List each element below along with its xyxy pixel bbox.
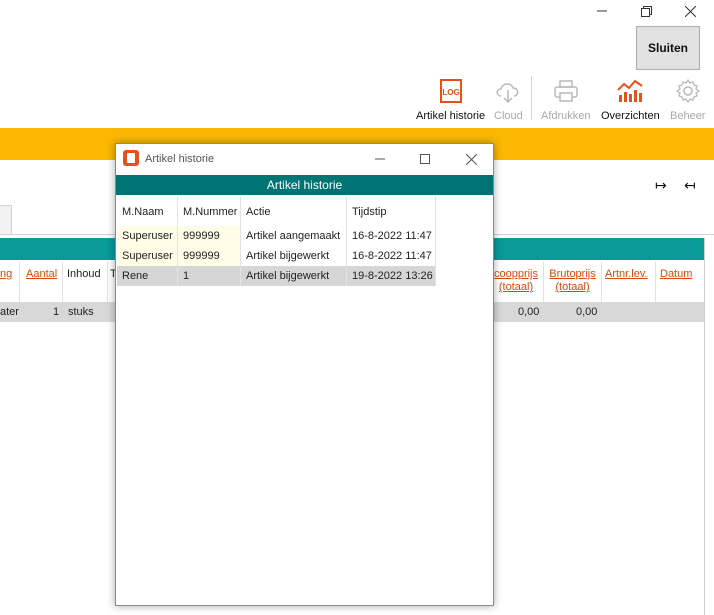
sluiten-button[interactable]: Sluiten xyxy=(636,26,700,70)
dialog-header: Artikel historie xyxy=(116,175,493,195)
restore-button[interactable] xyxy=(626,0,666,22)
toolbar-afdrukken[interactable]: Afdrukken xyxy=(541,76,591,122)
toolbar-label: Artikel historie xyxy=(416,110,486,122)
background-tab[interactable] xyxy=(0,205,12,235)
table-cell: Artikel bijgewerkt xyxy=(241,246,347,266)
table-cell: Superuser xyxy=(117,226,178,246)
toolbar-label: Overzichten xyxy=(601,110,660,122)
minimize-button[interactable] xyxy=(582,0,622,22)
table-row[interactable]: Superuser 999999 Artikel bijgewerkt 16-8… xyxy=(117,246,436,266)
printer-icon xyxy=(552,76,580,106)
column-header[interactable]: ng xyxy=(0,268,12,281)
app-icon xyxy=(123,150,139,166)
column-header-inhoud: Inhoud xyxy=(67,268,101,280)
column-header-datum[interactable]: Datum xyxy=(660,268,692,281)
close-icon xyxy=(465,153,477,165)
table-cell: 1 xyxy=(53,306,60,318)
table-cell: stuks xyxy=(68,306,94,318)
table-cell: 999999 xyxy=(178,226,241,246)
dialog-minimize-button[interactable] xyxy=(370,151,390,167)
table-cell: 16-8-2022 11:47 xyxy=(347,226,436,246)
toolbar-label: Cloud xyxy=(494,110,523,122)
minimize-icon xyxy=(597,10,607,12)
dialog-titlebar[interactable]: Artikel historie xyxy=(116,144,493,174)
table-cell: 19-8-2022 13:26 xyxy=(347,266,436,286)
dialog-title: Artikel historie xyxy=(145,153,215,165)
column-header-koopprijs[interactable]: coopprijs (totaal) xyxy=(491,268,541,294)
close-window-button[interactable] xyxy=(670,0,710,22)
chart-icon xyxy=(616,76,644,106)
dialog-close-button[interactable] xyxy=(461,151,481,167)
table-cell: 999999 xyxy=(178,246,241,266)
toolbar-overzichten[interactable]: Overzichten xyxy=(601,76,660,122)
toolbar-cloud[interactable]: Cloud xyxy=(494,76,523,122)
dialog-maximize-button[interactable] xyxy=(415,151,435,167)
table-cell: Rene xyxy=(117,266,178,286)
column-header-aantal[interactable]: Aantal xyxy=(26,268,57,281)
column-header-actie[interactable]: Actie xyxy=(241,196,347,226)
toolbar-separator xyxy=(531,76,532,120)
table-row[interactable]: Superuser 999999 Artikel aangemaakt 16-8… xyxy=(117,226,436,246)
toolbar-label: Beheer xyxy=(670,110,706,122)
artikel-historie-dialog: Artikel historie Artikel historie M.Naam… xyxy=(115,143,494,606)
table-row-selected[interactable]: Rene 1 Artikel bijgewerkt 19-8-2022 13:2… xyxy=(117,266,436,286)
table-cell: 1 xyxy=(178,266,241,286)
column-header-m-naam[interactable]: M.Naam xyxy=(117,196,178,226)
maximize-icon xyxy=(420,154,430,164)
collapse-arrow-icon[interactable]: ↤ xyxy=(684,178,696,194)
table-cell: ater xyxy=(0,306,19,318)
expand-arrow-icon[interactable]: ↦ xyxy=(655,178,667,194)
svg-text:LOG: LOG xyxy=(442,88,459,97)
column-header-m-nummer[interactable]: M.Nummer xyxy=(178,196,241,226)
column-header-tijdstip[interactable]: Tijdstip xyxy=(347,196,436,226)
close-icon xyxy=(684,5,696,17)
divider xyxy=(704,238,705,615)
table-cell: 16-8-2022 11:47 xyxy=(347,246,436,266)
log-icon: LOG xyxy=(437,76,465,106)
app-window: Sluiten LOG Artikel historie Cloud Afdru… xyxy=(0,0,714,615)
column-header-brutoprijs[interactable]: Brutoprijs (totaal) xyxy=(546,268,599,294)
table-cell: Artikel bijgewerkt xyxy=(241,266,347,286)
restore-icon xyxy=(640,5,652,17)
minimize-icon xyxy=(375,158,385,160)
table-cell: 0,00 xyxy=(576,306,598,318)
table-cell: Superuser xyxy=(117,246,178,266)
cloud-download-icon xyxy=(494,76,522,106)
table-cell: 0,00 xyxy=(518,306,540,318)
table-cell: Artikel aangemaakt xyxy=(241,226,347,246)
column-header-artnr[interactable]: Artnr.lev. xyxy=(605,268,648,281)
toolbar-beheer[interactable]: Beheer xyxy=(670,76,705,122)
gear-icon xyxy=(674,76,702,106)
toolbar-label: Afdrukken xyxy=(541,110,591,122)
toolbar-artikel-historie[interactable]: LOG Artikel historie xyxy=(416,76,485,122)
